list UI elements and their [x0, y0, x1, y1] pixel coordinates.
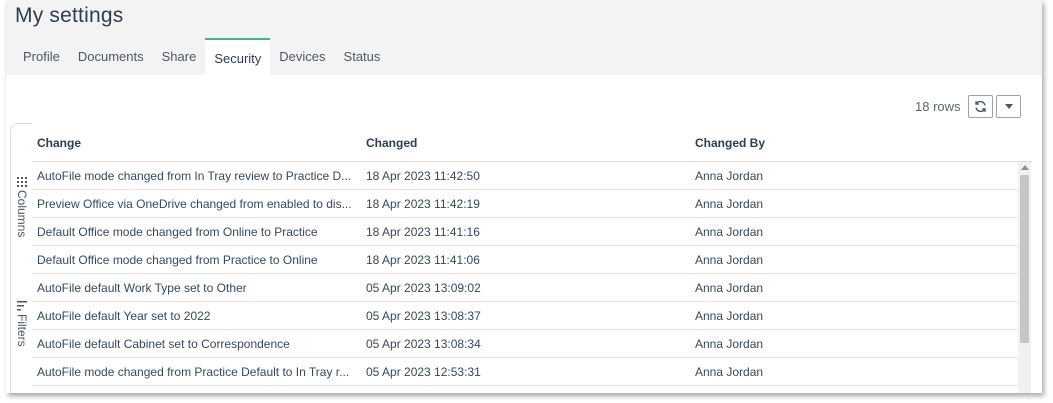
changed-by-cell: Anna Jordan: [695, 337, 764, 351]
changed-by-cell: Anna Jordan: [695, 253, 764, 267]
tab-profile[interactable]: Profile: [14, 38, 69, 75]
change-cell: AutoFile default Cabinet set to Correspo…: [37, 337, 290, 351]
vertical-scrollbar[interactable]: [1018, 162, 1031, 393]
side-panel-rail: Columns Filters: [10, 123, 32, 393]
change-cell: AutoFile mode changed from Practice Defa…: [37, 365, 350, 379]
table-row[interactable]: AutoFile mode changed from Practice Defa…: [32, 358, 1018, 386]
tab-bar: Profile Documents Share Security Devices…: [14, 38, 389, 75]
refresh-icon: [975, 100, 986, 113]
changed-cell: 18 Apr 2023 11:41:16: [366, 225, 480, 239]
column-header-changed[interactable]: Changed: [366, 136, 417, 150]
change-cell: Preview Office via OneDrive changed from…: [37, 197, 352, 211]
changed-cell: 05 Apr 2023 13:09:02: [366, 281, 481, 295]
changed-by-cell: Anna Jordan: [695, 309, 764, 323]
table-row[interactable]: Default Office mode changed from Practic…: [32, 246, 1018, 274]
grid-header: Change Changed Changed By: [32, 124, 1032, 162]
tab-security[interactable]: Security: [205, 38, 271, 75]
columns-grid-icon: [17, 177, 27, 187]
filters-panel-toggle[interactable]: Filters: [11, 301, 33, 347]
filter-icon: [17, 301, 27, 311]
page-header: My settings Profile Documents Share Secu…: [6, 0, 1042, 75]
changed-cell: 05 Apr 2023 13:08:37: [366, 309, 481, 323]
changed-cell: 05 Apr 2023 12:53:31: [366, 365, 481, 379]
settings-window: My settings Profile Documents Share Secu…: [6, 0, 1042, 393]
tab-documents[interactable]: Documents: [69, 38, 153, 75]
page-title: My settings: [15, 4, 124, 27]
changed-by-cell: Anna Jordan: [695, 225, 764, 239]
changed-cell: 18 Apr 2023 11:42:50: [366, 169, 480, 183]
change-cell: AutoFile default Work Type set to Other: [37, 281, 247, 295]
change-cell: Default Office mode changed from Practic…: [37, 253, 318, 267]
changed-cell: 18 Apr 2023 11:42:19: [366, 197, 480, 211]
changed-cell: 18 Apr 2023 11:41:06: [366, 253, 480, 267]
grid-body: AutoFile mode changed from In Tray revie…: [32, 162, 1018, 393]
columns-label: Columns: [15, 190, 29, 238]
table-row[interactable]: AutoFile default Cabinet set to Correspo…: [32, 330, 1018, 358]
changed-by-cell: Anna Jordan: [695, 365, 764, 379]
changed-by-cell: Anna Jordan: [695, 197, 764, 211]
change-cell: Default Office mode changed from Online …: [37, 225, 318, 239]
column-header-changed-by[interactable]: Changed By: [695, 136, 765, 150]
tab-devices[interactable]: Devices: [270, 38, 334, 75]
table-row[interactable]: AutoFile default Work Type set to Other …: [32, 274, 1018, 302]
changed-cell: 05 Apr 2023 13:08:34: [366, 337, 481, 351]
columns-panel-toggle[interactable]: Columns: [11, 177, 33, 237]
row-count: 18 rows: [915, 99, 961, 114]
table-row[interactable]: AutoFile mode changed from In Tray revie…: [32, 162, 1018, 190]
table-row[interactable]: Default Office mode changed from Online …: [32, 218, 1018, 246]
column-header-change[interactable]: Change: [37, 136, 81, 150]
change-cell: AutoFile default Year set to 2022: [37, 309, 211, 323]
change-cell: AutoFile mode changed from In Tray revie…: [37, 169, 352, 183]
filters-label: Filters: [15, 314, 29, 347]
changed-by-cell: Anna Jordan: [695, 169, 764, 183]
scrollbar-thumb[interactable]: [1020, 175, 1029, 343]
changed-by-cell: Anna Jordan: [695, 281, 764, 295]
tab-share[interactable]: Share: [153, 38, 206, 75]
tab-status[interactable]: Status: [335, 38, 390, 75]
table-row[interactable]: AutoFile default Year set to 2022 05 Apr…: [32, 302, 1018, 330]
caret-down-icon: [1004, 104, 1013, 109]
refresh-button[interactable]: [968, 95, 993, 118]
options-dropdown-button[interactable]: [996, 95, 1021, 118]
table-row[interactable]: Preview Office via OneDrive changed from…: [32, 190, 1018, 218]
scroll-up-arrow-icon[interactable]: [1021, 165, 1029, 170]
